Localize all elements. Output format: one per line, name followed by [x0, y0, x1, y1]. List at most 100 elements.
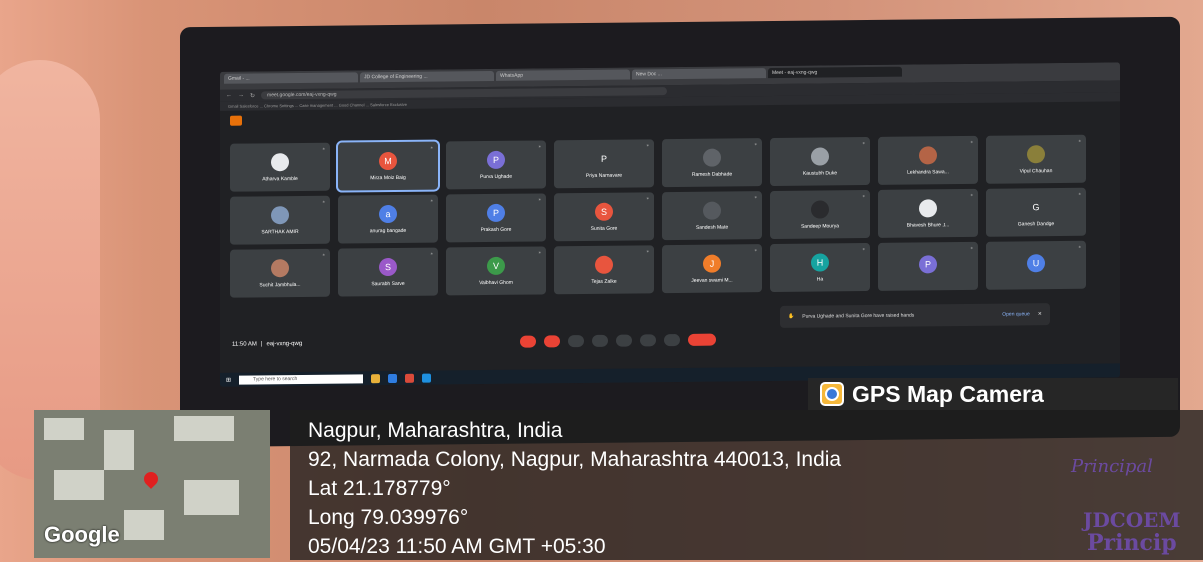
participant-tile[interactable]: ⁎ P	[878, 241, 978, 291]
participant-tile[interactable]: ⁎ P Priya Narnavare	[554, 139, 654, 189]
mic-muted-icon: ⁎	[538, 143, 542, 150]
reactions-button[interactable]	[592, 334, 608, 347]
more-options-button[interactable]	[664, 334, 680, 347]
mic-muted-icon: ⁎	[970, 191, 974, 198]
participant-tile[interactable]: ⁎ a anurag bangade	[338, 194, 438, 244]
browser-tab[interactable]: Gmail - ...	[224, 72, 358, 84]
forward-icon[interactable]: →	[238, 93, 244, 99]
participant-tile[interactable]: ⁎ H Ha	[770, 243, 870, 293]
mic-muted-icon: ⁎	[322, 145, 326, 152]
mic-muted-icon: ⁎	[646, 142, 650, 149]
participant-name: Vaibhavi Ghom	[479, 279, 513, 286]
participant-tile[interactable]: ⁎ Atharva Kamble	[230, 142, 330, 192]
participant-name: Ganesh Dandge	[1017, 220, 1055, 227]
participant-name: Suchit Jambhula...	[259, 281, 301, 288]
stamp-principal: Principal	[1071, 456, 1153, 477]
participant-tile[interactable]: ⁎ S Saurabh Sarve	[338, 247, 438, 297]
participant-tile[interactable]: ⁎ Sandeep Mourya	[770, 190, 870, 240]
browser-tab[interactable]: New Doc ...	[632, 68, 766, 80]
mic-muted-icon: ⁎	[646, 195, 650, 202]
participant-avatar	[595, 255, 613, 274]
chrome-icon[interactable]	[405, 373, 415, 383]
participant-name: Sandesh Mate	[695, 223, 729, 231]
participant-avatar: P	[487, 150, 505, 169]
participant-avatar	[1027, 144, 1045, 163]
participant-tile[interactable]: ⁎ V Vaibhavi Ghom	[446, 246, 546, 296]
participant-tile[interactable]: ⁎ Ramesh Dabhade	[662, 138, 762, 188]
participant-tile[interactable]: ⁎ SARTHAK AMIR	[230, 195, 330, 245]
windows-start-icon[interactable]: ⊞	[226, 376, 231, 383]
participant-tile[interactable]: ⁎ Bhavesh Bhure ,t...	[878, 188, 978, 238]
participant-name: Kaustubh Duke	[802, 169, 838, 177]
participant-avatar: J	[703, 254, 721, 273]
open-queue-button[interactable]: Open queue	[1002, 311, 1030, 317]
participant-avatar: H	[811, 252, 829, 272]
mic-muted-icon: ⁎	[430, 250, 434, 257]
participant-name: Priya Narnavare	[585, 172, 623, 179]
raise-hand-button[interactable]	[640, 334, 656, 347]
participant-name: Saurabh Sarve	[371, 280, 405, 287]
participant-name: Mirza Moiz Baig	[370, 174, 406, 181]
browser-tab[interactable]: JD College of Engineering ...	[360, 70, 494, 83]
participant-name: Sandeep Mourya	[800, 222, 840, 230]
participant-grid: ⁎ Atharva Kamble ⁎ M Mirza Moiz Baig ⁎ P Purva …	[230, 134, 1086, 298]
participant-name: Ha	[816, 276, 824, 283]
meet-logo-icon	[230, 115, 242, 126]
hand-icon: ✋	[788, 313, 795, 320]
participant-tile[interactable]: ⁎ P Purva Ughade	[446, 140, 546, 190]
back-icon[interactable]: ←	[226, 93, 232, 99]
participant-avatar: G	[1027, 197, 1045, 216]
mic-muted-icon: ⁎	[646, 248, 650, 255]
participant-tile[interactable]: ⁎ J Jeevan swami M...	[662, 244, 762, 294]
meet-bottom-bar: 11:50 AM | eaj-vxng-qwg	[220, 324, 1120, 355]
participant-name: Prakash Gore	[480, 226, 512, 233]
participant-name: SARTHAK AMIR	[261, 228, 299, 235]
mic-muted-icon: ⁎	[754, 194, 758, 201]
participant-tile[interactable]: ⁎ Suchit Jambhula...	[230, 248, 330, 298]
participant-tile[interactable]: ⁎ Vipul Chauhan	[986, 134, 1086, 184]
participant-tile[interactable]: ⁎ Tejas Zalke	[554, 245, 654, 295]
participant-tile[interactable]: ⁎ Sandesh Mate	[662, 191, 762, 241]
laptop-screen: Gmail - ... JD College of Engineering ...…	[220, 62, 1120, 387]
participant-avatar	[271, 205, 289, 224]
participant-name: Tejas Zalke	[591, 278, 617, 285]
participant-tile[interactable]: ⁎ P Prakash Gore	[446, 193, 546, 243]
gps-camera-logo-icon	[820, 382, 844, 406]
file-explorer-icon[interactable]	[371, 373, 381, 383]
participant-tile[interactable]: ⁎ Lekhandra Sawa...	[878, 135, 978, 185]
toast-close-button[interactable]: ✕	[1038, 311, 1042, 317]
captions-button[interactable]	[568, 335, 584, 348]
participant-name: Vipul Chauhan	[1019, 167, 1053, 174]
participant-tile[interactable]: ⁎ M Mirza Moiz Baig	[336, 139, 440, 193]
taskbar-search-field[interactable]: Type here to search	[239, 373, 364, 385]
browser-tab[interactable]: Meet - eaj-vxng-qwg	[768, 66, 902, 79]
participant-name: Sunita Gore	[590, 225, 618, 232]
participant-avatar: V	[487, 256, 505, 275]
meeting-code: eaj-vxng-qwg	[266, 340, 303, 348]
participant-name: Purva Ughade	[480, 173, 512, 180]
participant-avatar: P	[595, 149, 613, 168]
participant-tile[interactable]: ⁎ Kaustubh Duke	[770, 137, 870, 187]
leave-call-button[interactable]	[688, 333, 716, 346]
participant-avatar: a	[379, 204, 397, 223]
mail-icon[interactable]	[388, 373, 398, 383]
participant-avatar	[919, 198, 937, 217]
camera-toggle-button[interactable]	[544, 335, 560, 348]
participant-tile[interactable]: ⁎ S Sunita Gore	[554, 192, 654, 242]
separator: |	[260, 341, 263, 348]
participant-avatar: M	[379, 151, 397, 170]
google-watermark: Google	[44, 522, 120, 547]
participant-avatar	[703, 201, 721, 220]
browser-tab[interactable]: WhatsApp	[496, 69, 630, 81]
present-button[interactable]	[616, 334, 632, 347]
participant-avatar	[703, 148, 721, 167]
participant-tile[interactable]: ⁎ U	[986, 240, 1086, 290]
mic-toggle-button[interactable]	[520, 335, 536, 348]
participant-tile[interactable]: ⁎ G Ganesh Dandge	[986, 187, 1086, 237]
mic-muted-icon: ⁎	[538, 196, 542, 203]
mic-muted-icon: ⁎	[1078, 190, 1082, 197]
reload-icon[interactable]: ↻	[250, 92, 255, 99]
mic-muted-icon: ⁎	[754, 247, 758, 254]
edge-icon[interactable]	[422, 373, 432, 383]
mic-muted-icon: ⁎	[862, 246, 866, 253]
